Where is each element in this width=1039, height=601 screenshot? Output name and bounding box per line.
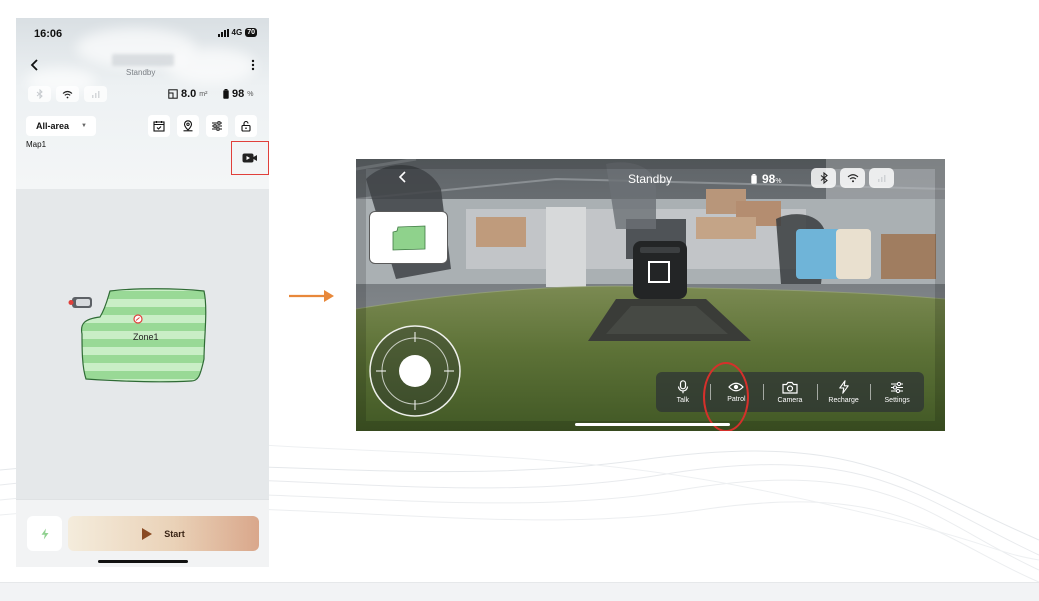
- bluetooth-chip: [28, 86, 51, 102]
- camera-view[interactable]: Standby 98% Talk Patrol Camera Recharge …: [356, 159, 945, 431]
- status-time: 16:06: [34, 28, 63, 40]
- start-label: Start: [164, 528, 185, 539]
- phone-screen: 16:06 4G 70 Standby 8.0 m² 98 % All-area…: [16, 18, 269, 567]
- mowing-area: 8.0 m²: [168, 88, 207, 100]
- more-vertical-icon: [251, 59, 255, 71]
- camera-status-title: Standby: [628, 172, 673, 186]
- video-camera-icon: [242, 153, 257, 163]
- chevron-down-icon: ▼: [81, 123, 87, 129]
- schedule-icon: [153, 121, 165, 132]
- cellular-icon: [91, 91, 99, 98]
- patrol-button[interactable]: Patrol: [709, 372, 764, 412]
- cellular-chip: [84, 86, 107, 102]
- zone-map: [68, 288, 207, 383]
- location-icon: [183, 120, 193, 132]
- map-name: Map1: [26, 140, 47, 149]
- action-bar: Start: [16, 499, 269, 567]
- camera-icon: [782, 381, 798, 394]
- schedule-button[interactable]: [148, 115, 170, 137]
- play-icon: [142, 527, 153, 540]
- wifi-chip: [56, 86, 79, 102]
- camera-label: Camera: [777, 396, 803, 404]
- mower-position-icon: [133, 314, 143, 324]
- status-indicators: 4G 70: [217, 28, 257, 37]
- cellular-signal-icon: [217, 28, 229, 37]
- cellular-icon: [877, 175, 885, 182]
- camera-snapshot-button[interactable]: Camera: [763, 372, 817, 412]
- area-value: 8.0: [181, 88, 197, 100]
- camera-bluetooth-chip: [811, 168, 836, 188]
- chevron-left-icon: [30, 59, 38, 71]
- base-station-icon: [68, 297, 92, 308]
- settings-button[interactable]: [206, 115, 228, 137]
- camera-wifi-chip: [840, 168, 865, 188]
- charge-icon: [41, 528, 48, 539]
- talk-button[interactable]: Talk: [656, 372, 710, 412]
- battery-level: 98%: [223, 88, 253, 100]
- unlock-icon: [241, 120, 251, 132]
- arrow-right-icon: [289, 290, 334, 302]
- zone-label: Zone1: [133, 332, 159, 342]
- area-selector-value: All-area: [36, 121, 70, 131]
- footer-bar: [0, 582, 1039, 601]
- recharge-label: Recharge: [828, 397, 859, 404]
- joystick-icon[interactable]: [368, 324, 462, 418]
- battery-icon: [751, 174, 757, 184]
- tutorial-canvas: 16:06 4G 70 Standby 8.0 m² 98 % All-area…: [0, 0, 1039, 601]
- camera-cellular-chip: [869, 168, 894, 188]
- camera-battery: 98%: [751, 172, 782, 186]
- home-indicator: [98, 560, 188, 563]
- status-battery: 70: [245, 28, 257, 37]
- bluetooth-icon: [820, 172, 828, 184]
- sliders-icon: [891, 381, 904, 393]
- area-icon: [168, 89, 178, 99]
- bluetooth-icon: [36, 89, 43, 99]
- mini-map[interactable]: [369, 211, 448, 264]
- camera-battery-value: 98: [762, 172, 776, 186]
- eye-icon: [728, 382, 745, 392]
- camera-back-button[interactable]: [398, 170, 407, 187]
- settings-label: Settings: [884, 396, 910, 404]
- lightning-icon: [838, 380, 849, 394]
- wifi-icon: [62, 90, 73, 98]
- camera-home-indicator: [575, 423, 730, 426]
- wifi-icon: [847, 174, 858, 183]
- recharge-button[interactable]: [27, 516, 62, 551]
- more-button[interactable]: [251, 58, 255, 74]
- talk-label: Talk: [676, 397, 690, 404]
- sliders-icon: [212, 121, 222, 131]
- network-type: 4G: [231, 28, 243, 37]
- battery-value: 98: [232, 88, 245, 100]
- device-name-blurred: [112, 54, 174, 66]
- area-unit: m²: [199, 90, 208, 98]
- back-button[interactable]: [30, 58, 40, 76]
- chevron-left-icon: [398, 171, 406, 183]
- lock-button[interactable]: [235, 115, 257, 137]
- microphone-icon: [677, 380, 688, 394]
- map-canvas[interactable]: [16, 189, 269, 499]
- video-button[interactable]: [231, 141, 269, 175]
- device-status: Standby: [126, 68, 156, 77]
- camera-control-bar: Talk Patrol Camera Recharge Settings: [656, 372, 924, 412]
- battery-unit: %: [247, 90, 254, 98]
- locate-button[interactable]: [177, 115, 199, 137]
- patrol-label: Patrol: [727, 396, 746, 403]
- camera-recharge-button[interactable]: Recharge: [816, 372, 871, 412]
- camera-settings-button[interactable]: Settings: [870, 372, 924, 412]
- camera-battery-unit: %: [775, 178, 782, 185]
- start-button[interactable]: Start: [68, 516, 259, 551]
- mini-map-zone: [392, 225, 425, 250]
- area-selector[interactable]: All-area ▼: [26, 116, 96, 136]
- battery-icon: [223, 89, 229, 99]
